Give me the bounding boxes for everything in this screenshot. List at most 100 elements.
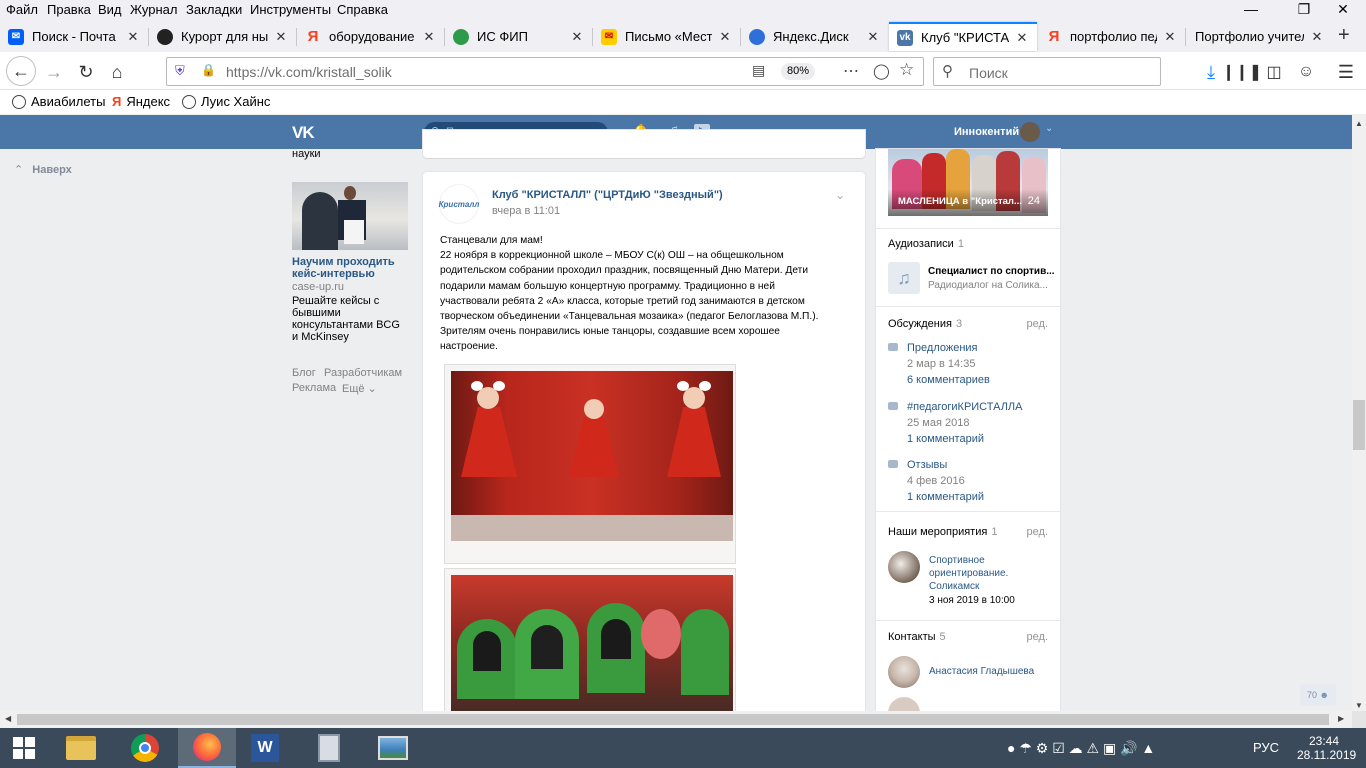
events-edit-link[interactable]: ред. — [1027, 526, 1048, 538]
bookmark-star-icon[interactable]: ☆ — [899, 60, 914, 80]
close-tab-icon[interactable]: ✕ — [422, 29, 436, 45]
menu-history[interactable]: Журнал — [130, 2, 177, 17]
chevron-down-icon[interactable]: ⌄ — [1045, 123, 1053, 134]
events-title[interactable]: Наши мероприятия 1 — [888, 526, 997, 538]
word-icon[interactable]: W — [236, 728, 294, 768]
event-name[interactable]: Спортивное ориентирование. Соликамск — [929, 554, 1008, 593]
contact-name[interactable]: Анастасия Гладышева — [929, 666, 1034, 677]
close-tab-icon[interactable]: ✕ — [718, 29, 732, 45]
close-tab-icon[interactable]: ✕ — [570, 29, 584, 45]
downloads-icon[interactable]: ⤓ — [1197, 58, 1225, 86]
tab-oborudovanie[interactable]: Я оборудование для ✕ — [297, 22, 444, 51]
tab-kurort[interactable]: Курорт для ныр ✕ — [149, 22, 296, 51]
photo-viewer-icon[interactable] — [364, 728, 422, 768]
firefox-icon[interactable] — [178, 728, 236, 768]
ad-domain[interactable]: case-up.ru — [292, 281, 344, 293]
back-to-top-button[interactable]: ⌃ Наверх — [14, 163, 72, 176]
avatar[interactable] — [1020, 122, 1040, 142]
close-tab-icon[interactable]: ✕ — [126, 29, 140, 45]
discussion-item[interactable]: #педагогиКРИСТАЛЛА 25 мая 2018 1 коммент… — [888, 399, 1048, 449]
online-friends-badge[interactable]: 70 ☻ — [1300, 684, 1336, 706]
event-avatar[interactable] — [888, 551, 920, 583]
close-window-icon[interactable]: ✕ — [1320, 0, 1366, 20]
tab-portfolio-pedagoga[interactable]: Я портфолио педагога ✕ — [1038, 22, 1185, 51]
tray-icons[interactable]: ● ☂ ⚙ ☑ ☁ ⚠ ▣ 🔊 ▲ — [1007, 740, 1155, 757]
tab-portfolio-uchitelya[interactable]: Портфолио учителя ✕ — [1186, 22, 1332, 51]
library-icon[interactable]: ❙❙❚ — [1222, 58, 1262, 86]
post-time[interactable]: вчера в 11:01 — [492, 205, 560, 217]
contacts-edit-link[interactable]: ред. — [1027, 631, 1048, 643]
ad-image[interactable] — [292, 182, 408, 250]
chrome-icon[interactable] — [116, 728, 174, 768]
menu-bookmarks[interactable]: Закладки — [186, 2, 242, 17]
close-tab-icon[interactable]: ✕ — [866, 29, 880, 45]
discussions-edit-link[interactable]: ред. — [1027, 318, 1048, 330]
vk-logo-icon[interactable]: VK — [292, 123, 315, 143]
minimize-icon[interactable]: — — [1228, 0, 1274, 20]
start-windows-icon[interactable] — [0, 728, 48, 768]
home-icon[interactable]: ⌂ — [103, 58, 131, 86]
post-photo-frogs[interactable] — [444, 568, 736, 717]
reload-icon[interactable]: ↻ — [72, 58, 100, 86]
tab-kristall[interactable]: vk Клуб "КРИСТАЛЛ" ✕ — [889, 22, 1037, 51]
close-tab-icon[interactable]: ✕ — [1015, 30, 1029, 46]
calculator-icon[interactable] — [300, 728, 358, 768]
vertical-scrollbar[interactable]: ▲ ▼ — [1352, 115, 1366, 712]
hamburger-menu-icon[interactable]: ☰ — [1332, 58, 1360, 86]
scrollbar-thumb[interactable] — [1353, 400, 1365, 450]
scroll-right-arrow-icon[interactable]: ▶ — [1338, 714, 1344, 723]
community-avatar[interactable]: Кристалл — [439, 184, 479, 224]
menu-edit[interactable]: Правка — [47, 2, 91, 17]
scroll-down-arrow-icon[interactable]: ▼ — [1355, 701, 1363, 710]
footer-link-more[interactable]: Ещё ⌄ — [342, 382, 377, 395]
audio-section-title[interactable]: Аудиозаписи 1 — [888, 238, 964, 250]
close-tab-icon[interactable]: ✕ — [1163, 29, 1177, 45]
language-indicator[interactable]: РУС — [1253, 740, 1279, 755]
tab-pismo[interactable]: ✉ Письмо «Место ✕ — [593, 22, 740, 51]
menu-tools[interactable]: Инструменты — [250, 2, 331, 17]
footer-link-developers[interactable]: Разработчикам — [324, 367, 402, 379]
hscrollbar-thumb[interactable] — [17, 714, 1329, 725]
bookmark-yandex[interactable]: Я Яндекс — [112, 94, 170, 109]
tab-yandex-disk[interactable]: Яндекс.Диск ✕ — [741, 22, 888, 51]
tab-is-fip[interactable]: ИС ФИП ✕ — [445, 22, 592, 51]
menu-help[interactable]: Справка — [337, 2, 388, 17]
menu-view[interactable]: Вид — [98, 2, 122, 17]
music-note-icon[interactable]: ♫ — [888, 262, 920, 294]
browser-search-input[interactable]: ⚲ Поиск — [933, 57, 1161, 86]
back-icon[interactable]: ← — [6, 56, 36, 86]
forward-icon[interactable]: → — [40, 58, 68, 86]
chevron-down-icon[interactable]: ⌄ — [835, 188, 845, 202]
post-author[interactable]: Клуб "КРИСТАЛЛ" ("ЦРТДиЮ "Звездный") — [492, 189, 723, 201]
zoom-level[interactable]: 80% — [781, 63, 816, 80]
tab-mail[interactable]: ✉ Поиск - Почта Mail.ru ✕ — [0, 22, 148, 51]
post-photo-dancers[interactable] — [444, 364, 736, 564]
file-explorer-icon[interactable] — [52, 728, 110, 768]
bookmark-luis-hainz[interactable]: Луис Хайнс — [182, 94, 270, 109]
audio-track-artist[interactable]: Радиодиалог на Солика... — [928, 280, 1048, 291]
discussion-item[interactable]: Отзывы 4 фев 2016 1 комментарий — [888, 457, 1048, 507]
menu-file[interactable]: Файл — [6, 2, 38, 17]
ad-title[interactable]: Научим проходить кейс-интервью — [292, 256, 408, 280]
horizontal-scrollbar[interactable]: ◀ ▶ — [0, 711, 1352, 728]
discussions-title[interactable]: Обсуждения 3 — [888, 318, 962, 330]
contact-avatar[interactable] — [888, 697, 920, 711]
close-tab-icon[interactable]: ✕ — [274, 29, 288, 45]
footer-link-blog[interactable]: Блог — [292, 367, 316, 379]
audio-track-title[interactable]: Специалист по спортив... — [928, 266, 1055, 277]
pocket-icon[interactable]: ◯ — [873, 62, 890, 80]
bookmark-aviabilety[interactable]: Авиабилеты — [12, 94, 105, 109]
new-tab-icon[interactable]: + — [1338, 24, 1350, 47]
reader-view-icon[interactable]: ▤ — [752, 62, 765, 79]
account-icon[interactable]: ☺ — [1292, 58, 1320, 86]
scroll-left-arrow-icon[interactable]: ◀ — [5, 714, 11, 723]
user-name[interactable]: Иннокентий — [954, 126, 1019, 138]
clock[interactable]: 23:44 28.11.2019 — [1297, 734, 1356, 762]
sidebar-icon[interactable]: ◫ — [1260, 58, 1288, 86]
discussion-item[interactable]: Предложения 2 мар в 14:35 6 комментариев — [888, 340, 1048, 390]
contacts-title[interactable]: Контакты 5 — [888, 631, 946, 643]
page-actions-icon[interactable]: ⋯ — [843, 61, 859, 81]
url-bar[interactable]: ⛨ 🔒 https://vk.com/kristall_solik ▤ 80% … — [166, 57, 924, 86]
footer-link-ads[interactable]: Реклама — [292, 382, 336, 394]
album-cover[interactable]: МАСЛЕНИЦА в "Кристал... 24 — [888, 149, 1048, 216]
